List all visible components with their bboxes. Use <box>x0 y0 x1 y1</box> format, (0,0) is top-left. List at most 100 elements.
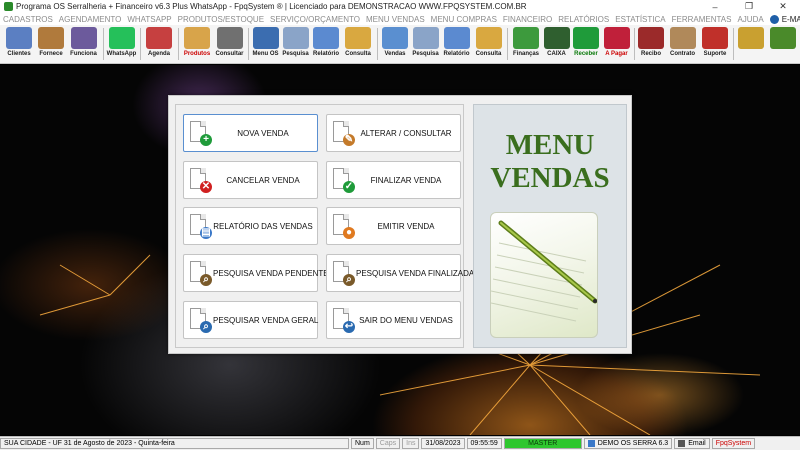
toolbar-button-label: Funciona <box>70 51 97 57</box>
toolbar-button-label: Relatório <box>443 51 470 57</box>
button-label: NOVA VENDA <box>237 128 289 138</box>
toolbar-button-label: Agenda <box>147 51 170 57</box>
suppliers-icon <box>38 27 64 49</box>
toolbar-button-label: Relatório <box>312 51 339 57</box>
toolbar-button-consulta[interactable]: Consulta <box>473 25 504 61</box>
toolbar-button-pesquisa[interactable]: Pesquisa <box>411 25 440 61</box>
cancelar-venda-button[interactable]: ✕ CANCELAR VENDA <box>183 161 318 199</box>
receipt-icon <box>638 27 664 49</box>
close-button[interactable]: ✕ <box>766 0 800 13</box>
badge-icon: ↩ <box>343 321 355 333</box>
badge-icon: ⌕ <box>200 321 212 333</box>
menu-whatsapp[interactable]: WHATSAPP <box>124 15 174 24</box>
search-os-icon <box>282 27 309 49</box>
toolbar-button-label: Consultar <box>215 51 244 57</box>
menu-title-line1: MENU <box>505 129 595 161</box>
status-caps: Caps <box>375 438 401 449</box>
restore-button[interactable]: ❐ <box>732 0 766 13</box>
button-label: PESQUISAR VENDA GERAL <box>213 315 319 325</box>
alterar-consultar-button[interactable]: ✎ ALTERAR / CONSULTAR <box>326 114 461 152</box>
pesquisa-venda-pendente-button[interactable]: ⌕ PESQUISA VENDA PENDENTE <box>183 254 329 292</box>
badge-icon: + <box>200 134 212 146</box>
sales-monitor-icon <box>382 27 408 49</box>
menu-servico-orcamento[interactable]: SERVIÇO/ORÇAMENTO <box>267 15 363 24</box>
emitir-venda-button[interactable]: ● EMITIR VENDA <box>326 207 461 245</box>
pesquisa-venda-finalizada-button[interactable]: ⌕ PESQUISA VENDA FINALIZADA <box>326 254 474 292</box>
relat-rio-das-vendas-button[interactable]: ▤ RELATÓRIO DAS VENDAS <box>183 207 318 245</box>
finalizar-venda-button[interactable]: ✓ FINALIZAR VENDA <box>326 161 461 199</box>
button-label: RELATÓRIO DAS VENDAS <box>213 221 313 231</box>
support-icon <box>702 27 728 49</box>
search-finalized-icon: ⌕ <box>330 260 356 286</box>
email-globe-icon <box>769 14 779 24</box>
toolbar-button-label: WhatsApp <box>106 51 137 57</box>
menu-ajuda[interactable]: AJUDA <box>734 15 766 24</box>
status-demo-label: DEMO OS SERRA 6.3 <box>597 440 669 447</box>
toolbar-button-consultar[interactable]: Consultar <box>214 25 245 61</box>
menu-title-line2: VENDAS <box>490 162 610 194</box>
toolbar-button-clientes[interactable]: Clientes <box>3 25 35 61</box>
toolbar-button-exit[interactable] <box>767 25 798 61</box>
status-email[interactable]: Email <box>674 438 710 449</box>
menu-vendas[interactable]: MENU VENDAS <box>363 15 428 24</box>
menu-compras[interactable]: MENU COMPRAS <box>428 15 500 24</box>
nova-venda-button[interactable]: + NOVA VENDA <box>183 114 318 152</box>
service-order-icon <box>252 27 279 49</box>
toolbar-button-recibo[interactable]: Recibo <box>637 25 665 61</box>
menu-estatistica[interactable]: ESTATÍSTICA <box>612 15 668 24</box>
menu-ferramentas[interactable]: FERRAMENTAS <box>669 15 735 24</box>
toolbar-button-consulta[interactable]: Consulta <box>342 25 374 61</box>
document-pen-image <box>490 212 598 338</box>
toolbar-button-produtos[interactable]: Produtos <box>181 25 213 61</box>
toolbar-button-finan-as[interactable]: Finanças <box>510 25 542 61</box>
toolbar-button-agenda[interactable]: Agenda <box>143 25 175 61</box>
toolbar-button-relat-rio[interactable]: Relatório <box>441 25 472 61</box>
toolbar-button-label: A Pagar <box>605 51 628 57</box>
toolbar-button-label: Menu OS <box>252 51 279 57</box>
toolbar-button-suporte[interactable]: Suporte <box>700 25 730 61</box>
toolbar-button-label: Suporte <box>703 51 727 57</box>
toolbar-separator <box>507 28 508 60</box>
toolbar-separator <box>140 28 141 60</box>
button-label: SAIR DO MENU VENDAS <box>359 315 453 325</box>
toolbar-button-funciona[interactable]: Funciona <box>67 25 100 61</box>
menu-email[interactable]: E-MAIL <box>767 14 800 24</box>
toolbar-separator <box>377 28 378 60</box>
toolbar-button-settings[interactable] <box>736 25 766 61</box>
status-brand[interactable]: FpqSystem <box>711 438 756 449</box>
toolbar-button-a-pagar[interactable]: A Pagar <box>602 25 631 61</box>
cancel-sale-icon: ✕ <box>187 167 213 193</box>
badge-icon: ⌕ <box>343 274 355 286</box>
settings-icon <box>738 27 764 49</box>
toolbar-button-vendas[interactable]: Vendas <box>380 25 410 61</box>
sair-do-menu-vendas-button[interactable]: ↩ SAIR DO MENU VENDAS <box>326 301 461 339</box>
toolbar-button-caixa[interactable]: CAIXA <box>543 25 570 61</box>
toolbar-button-relat-rio[interactable]: Relatório <box>311 25 341 61</box>
menu-relatorios[interactable]: RELATÓRIOS <box>555 15 612 24</box>
pesquisar-venda-geral-button[interactable]: ⌕ PESQUISAR VENDA GERAL <box>183 301 318 339</box>
toolbar-button-contrato[interactable]: Contrato <box>666 25 699 61</box>
button-label: CANCELAR VENDA <box>226 175 300 185</box>
toolbar-button-fornece[interactable]: Fornece <box>36 25 66 61</box>
menu-cadastros[interactable]: CADASTROS <box>0 15 56 24</box>
status-ins: Ins <box>402 438 420 449</box>
toolbar-button-label: Fornece <box>39 51 63 57</box>
folder-os-icon <box>345 27 371 49</box>
toolbar-button-pesquisa[interactable]: Pesquisa <box>281 25 310 61</box>
whatsapp-icon <box>108 27 135 49</box>
toolbar-button-whatsapp[interactable]: WhatsApp <box>106 25 137 61</box>
toolbar-button-receber[interactable]: Receber <box>571 25 601 61</box>
menu-agendamento[interactable]: AGENDAMENTO <box>56 15 125 24</box>
report-sales-icon <box>443 27 470 49</box>
minimize-button[interactable]: – <box>698 0 732 13</box>
issue-sale-icon: ● <box>330 213 356 239</box>
toolbar-button-menu-os[interactable]: Menu OS <box>251 25 280 61</box>
exit-menu-icon: ↩ <box>330 307 356 333</box>
clients-icon <box>6 27 32 49</box>
button-label: EMITIR VENDA <box>377 221 435 231</box>
toolbar: Clientes Fornece Funciona WhatsApp Agenda Pro… <box>0 25 800 64</box>
menu-produtos-estoque[interactable]: PRODUTOS/ESTOQUE <box>175 15 267 24</box>
sales-menu-panel: + NOVA VENDA ✎ ALTERAR / CONSULTAR ✕ CANCELAR… <box>168 95 632 354</box>
toolbar-separator <box>634 28 635 60</box>
menu-financeiro[interactable]: FINANCEIRO <box>500 15 555 24</box>
